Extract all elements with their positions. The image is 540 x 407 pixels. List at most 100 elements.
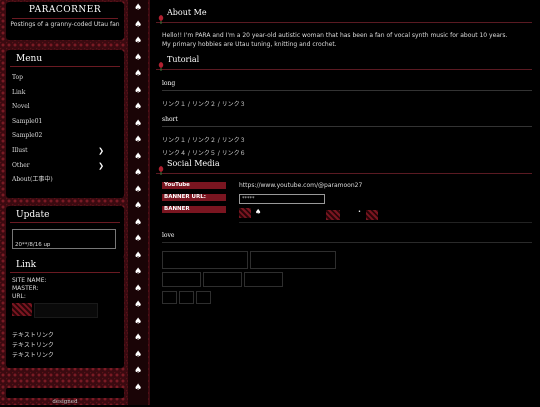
- link-title: Link: [10, 256, 120, 273]
- spade-icon: ♠: [134, 349, 143, 360]
- menu-item-label: Link: [12, 88, 26, 96]
- menu-item-label: Other: [12, 161, 30, 169]
- empty-box: [244, 272, 283, 287]
- social-header: Social Media: [156, 159, 532, 175]
- spade-icon: ♠: [134, 69, 143, 79]
- spade-icon: ♠: [134, 366, 143, 376]
- menu-item-sample02[interactable]: Sample02: [6, 129, 124, 144]
- update-box: 20**/8/16 up: [12, 229, 116, 249]
- empty-box: [203, 272, 242, 287]
- tutorial-short-links-1[interactable]: リンク１ / リンク２ / リンク３: [162, 127, 532, 144]
- spade-icon: ♠: [134, 3, 143, 13]
- menu-panel: Menu Top Link Novel Sample01 Sample02 Il…: [6, 50, 124, 198]
- menu-item-sample01[interactable]: Sample01: [6, 115, 124, 130]
- spade-icon: ♠: [134, 36, 143, 46]
- spade-icon: ♠: [134, 300, 143, 310]
- tutorial-header: Tutorial: [156, 55, 532, 71]
- banner-url-field[interactable]: *****: [239, 194, 325, 204]
- menu-item-label: Top: [12, 74, 23, 81]
- site-title[interactable]: PARACORNER: [6, 2, 124, 15]
- rose-icon: [156, 56, 166, 71]
- sparkle-icon: •: [358, 209, 361, 215]
- banner-image: [12, 303, 32, 316]
- spade-icon: ♠: [134, 201, 143, 211]
- menu-item-label: Illust: [12, 146, 28, 154]
- spade-icon: ♠: [134, 168, 143, 178]
- spade-icon: ♠: [134, 382, 143, 393]
- spade-icon: ♠: [134, 283, 143, 294]
- text-link[interactable]: テキストリンク: [12, 351, 124, 361]
- empty-box: [196, 291, 211, 304]
- tutorial-short-links-2[interactable]: リンク４ / リンク５ / リンク６: [162, 144, 532, 157]
- social-title: Social Media: [167, 159, 220, 168]
- spade-icon: ♠: [134, 267, 143, 277]
- banner-image[interactable]: [326, 210, 340, 220]
- menu-item-link[interactable]: Link: [6, 86, 124, 101]
- rose-icon: [156, 9, 166, 24]
- site-header-panel: PARACORNER Postings of a granny-coded Ut…: [6, 2, 124, 40]
- spade-icon: ♠: [134, 151, 143, 162]
- chevron-right-icon: ❯: [98, 161, 104, 170]
- link-banner[interactable]: [12, 303, 124, 318]
- empty-box: [162, 291, 177, 304]
- spade-icon: ♠: [134, 85, 143, 96]
- menu-item-label: Sample02: [12, 132, 43, 140]
- menu-item-label: About(工事中): [12, 176, 53, 184]
- empty-box: [179, 291, 194, 304]
- about-header: About Me: [156, 8, 532, 24]
- designed-label[interactable]: designed: [52, 399, 77, 405]
- banner-image[interactable]: [239, 208, 251, 218]
- tutorial-section: Tutorial long リンク１ / リンク２ / リンク３ short リ…: [156, 55, 532, 157]
- menu-item-top[interactable]: Top: [6, 71, 124, 86]
- love-label: love: [162, 232, 532, 243]
- update-title: Update: [10, 206, 120, 223]
- banner-frame: [34, 303, 98, 318]
- spade-icon: ♠: [255, 208, 262, 216]
- text-link[interactable]: テキストリンク: [12, 331, 124, 341]
- spade-icon: ♠: [134, 118, 143, 129]
- menu-item-novel[interactable]: Novel: [6, 100, 124, 115]
- site-subtitle: Postings of a granny-coded Utau fan: [10, 21, 120, 28]
- menu-title: Menu: [10, 50, 120, 67]
- menu-item-about[interactable]: About(工事中): [6, 173, 124, 188]
- about-title: About Me: [167, 8, 207, 17]
- master-label: MASTER:: [12, 285, 39, 292]
- menu-item-illust[interactable]: Illust ❯: [6, 144, 124, 159]
- footer-designed: designed: [6, 388, 124, 405]
- empty-box: [250, 251, 336, 269]
- banner-url-value: *****: [242, 196, 255, 202]
- banner-label: BANNER: [162, 206, 226, 213]
- chevron-right-icon: ❯: [98, 146, 104, 155]
- tutorial-long-links[interactable]: リンク１ / リンク２ / リンク３: [162, 91, 532, 108]
- spade-icon: ♠: [134, 217, 143, 228]
- tutorial-short-label: short: [162, 116, 532, 127]
- menu-item-other[interactable]: Other ❯: [6, 159, 124, 174]
- update-text: 20**/8/16 up: [15, 242, 51, 248]
- youtube-url[interactable]: https://www.youtube.com/@paramoon27: [239, 182, 362, 189]
- spade-icon: ♠: [134, 19, 143, 30]
- tutorial-long-label: long: [162, 80, 532, 91]
- spade-icon: ♠: [134, 184, 143, 195]
- spade-icon: ♠: [134, 316, 143, 327]
- spade-icon: ♠: [134, 52, 143, 63]
- banner-image[interactable]: [366, 210, 378, 220]
- spade-icon: ♠: [134, 135, 143, 145]
- rose-icon: [156, 160, 166, 175]
- empty-box: [162, 251, 248, 269]
- update-panel: Update 20**/8/16 up: [6, 206, 124, 258]
- menu-item-label: Novel: [12, 103, 30, 111]
- empty-box: [162, 272, 201, 287]
- social-section: Social Media: [156, 159, 532, 175]
- spade-icon: ♠: [134, 234, 143, 244]
- spade-icon: ♠: [134, 333, 143, 343]
- menu-list: Top Link Novel Sample01 Sample02 Illust ❯…: [6, 67, 124, 188]
- banner-url-label: BANNER URL:: [162, 194, 226, 201]
- spade-icon: ♠: [134, 250, 143, 261]
- text-link[interactable]: テキストリンク: [12, 341, 124, 351]
- about-section: About Me Hello!! I'm PARA and I'm a 20 y…: [156, 8, 532, 49]
- site-name-label: SITE NAME:: [12, 277, 47, 284]
- link-panel: Link SITE NAME: MASTER: URL: テキストリンク テキス…: [6, 256, 124, 368]
- url-label: URL:: [12, 293, 26, 300]
- youtube-label: YouTube: [162, 182, 226, 189]
- about-text: Hello!! I'm PARA and I'm a 20 year-old a…: [162, 32, 508, 48]
